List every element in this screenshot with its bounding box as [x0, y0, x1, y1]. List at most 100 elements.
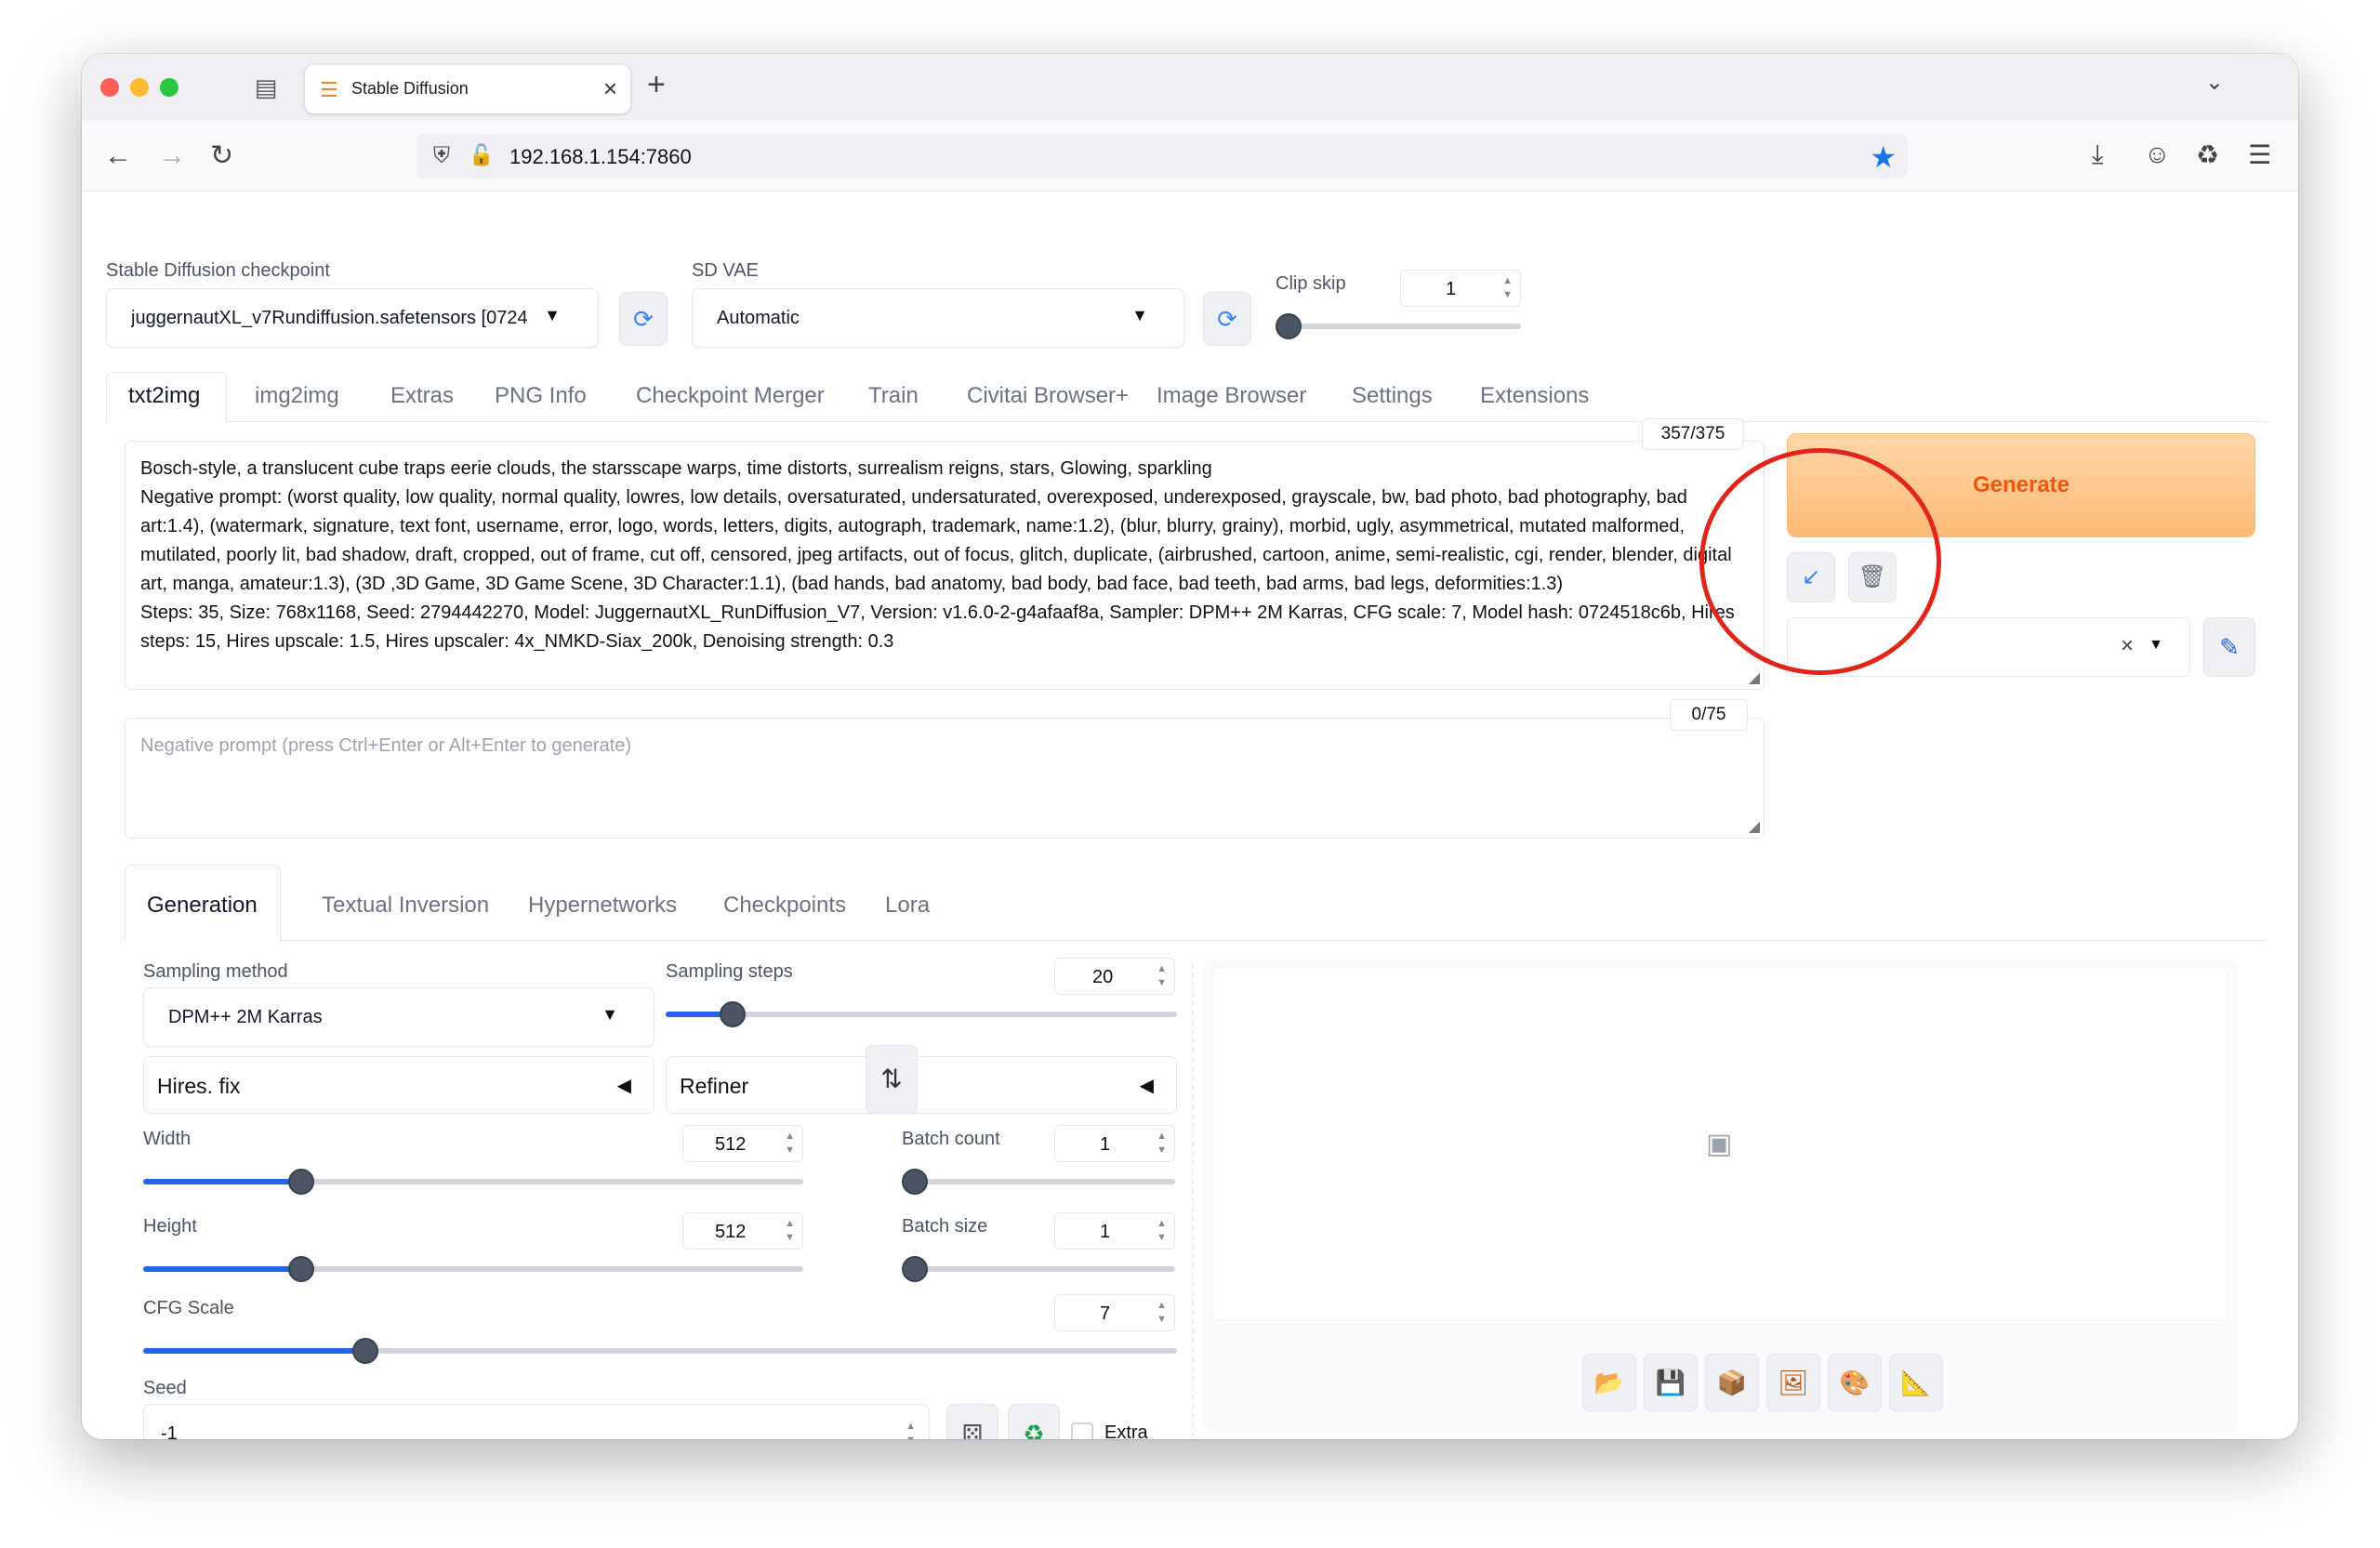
- height-slider[interactable]: [143, 1256, 803, 1282]
- swap-dimensions-button[interactable]: ⇅: [866, 1045, 918, 1114]
- random-seed-button[interactable]: ⚄: [946, 1404, 998, 1439]
- floppy-disk-icon: 💾: [1655, 1369, 1686, 1396]
- url-text[interactable]: 192.168.1.154:7860: [509, 145, 692, 169]
- close-tab-icon[interactable]: ×: [603, 74, 617, 103]
- resize-handle-icon[interactable]: ◢: [1749, 668, 1760, 687]
- tab-train[interactable]: Train: [868, 383, 919, 409]
- new-tab-icon[interactable]: +: [647, 67, 666, 103]
- slider-fill: [143, 1266, 302, 1272]
- refresh-icon: ⟳: [633, 305, 654, 333]
- spinner-icon[interactable]: ▲▼: [1157, 1130, 1167, 1158]
- save-button[interactable]: 💾: [1644, 1354, 1698, 1411]
- annotation-circle: [1699, 448, 1941, 675]
- browser-tab[interactable]: ☰ Stable Diffusion ×: [305, 65, 630, 113]
- open-folder-button[interactable]: 📂: [1582, 1354, 1636, 1411]
- sampling-steps-slider[interactable]: [666, 1001, 1177, 1027]
- extensions-icon[interactable]: ♻: [2196, 139, 2219, 170]
- seed-input[interactable]: -1 ▲▼: [143, 1404, 930, 1439]
- zip-button[interactable]: 📦: [1705, 1354, 1759, 1411]
- slider-handle[interactable]: [902, 1169, 928, 1195]
- tab-settings[interactable]: Settings: [1352, 383, 1433, 409]
- prompt-text[interactable]: Bosch-style, a translucent cube traps ee…: [140, 455, 1751, 656]
- batch-size-slider[interactable]: [902, 1256, 1175, 1282]
- clip-skip-input[interactable]: 1 ▲ ▼: [1400, 270, 1521, 307]
- spinner-icon[interactable]: ▲▼: [1157, 962, 1167, 990]
- spinner-icon[interactable]: ▲▼: [1157, 1299, 1167, 1327]
- clear-icon[interactable]: ×: [2121, 633, 2134, 659]
- tab-extras[interactable]: Extras: [390, 383, 454, 409]
- prompt-textarea[interactable]: Bosch-style, a translucent cube traps ee…: [125, 441, 1765, 690]
- height-input[interactable]: 512 ▲ ▼: [682, 1212, 803, 1250]
- minimize-window-button[interactable]: [130, 78, 149, 97]
- width-value: 512: [715, 1134, 747, 1155]
- tab-png-info[interactable]: PNG Info: [495, 383, 587, 409]
- batch-size-label: Batch size: [902, 1216, 988, 1237]
- reuse-seed-button[interactable]: ♻: [1008, 1404, 1060, 1439]
- account-icon[interactable]: ☺: [2144, 139, 2171, 169]
- hires-fix-accordion[interactable]: Hires. fix ◀: [143, 1056, 654, 1114]
- sampling-steps-input[interactable]: 20 ▲ ▼: [1054, 958, 1175, 995]
- close-window-button[interactable]: [100, 78, 119, 97]
- forward-icon[interactable]: →: [158, 139, 186, 173]
- browser-tab-title: Stable Diffusion: [351, 79, 469, 98]
- tab-checkpoints[interactable]: Checkpoints: [723, 893, 846, 919]
- refresh-vae-button[interactable]: ⟳: [1203, 292, 1251, 346]
- slider-handle[interactable]: [1276, 313, 1302, 339]
- checkpoint-dropdown[interactable]: juggernautXL_v7Rundiffusion.safetensors …: [106, 288, 599, 348]
- width-input[interactable]: 512 ▲ ▼: [682, 1125, 803, 1162]
- tab-textual-inversion[interactable]: Textual Inversion: [322, 893, 489, 919]
- vae-label: SD VAE: [692, 260, 759, 281]
- batch-count-input[interactable]: 1 ▲ ▼: [1054, 1125, 1175, 1162]
- batch-count-slider[interactable]: [902, 1169, 1175, 1195]
- tab-lora[interactable]: Lora: [885, 893, 930, 919]
- edit-styles-button[interactable]: ✎: [2203, 617, 2255, 677]
- vae-dropdown[interactable]: Automatic ▼: [692, 288, 1184, 348]
- extra-seed-checkbox[interactable]: [1071, 1422, 1093, 1439]
- navigation-bar: ← → ↻ ⛨ 🔓 192.168.1.154:7860 ★ ⤓ ☺ ♻ ☰: [82, 121, 2298, 192]
- negative-prompt-placeholder: Negative prompt (press Ctrl+Enter or Alt…: [140, 735, 632, 756]
- back-icon[interactable]: ←: [104, 139, 132, 173]
- send-to-extras-button[interactable]: 📐: [1889, 1354, 1943, 1411]
- refiner-accordion[interactable]: Refiner ◀: [666, 1056, 1177, 1114]
- width-slider[interactable]: [143, 1169, 803, 1195]
- cfg-scale-slider[interactable]: [143, 1338, 1177, 1364]
- tab-generation[interactable]: Generation: [147, 893, 258, 919]
- refiner-label: Refiner: [680, 1074, 749, 1098]
- shield-icon[interactable]: ⛨: [433, 143, 450, 169]
- slider-handle[interactable]: [352, 1338, 379, 1364]
- tab-checkpoint-merger[interactable]: Checkpoint Merger: [636, 383, 825, 409]
- tab-civitai-browser[interactable]: Civitai Browser+: [967, 383, 1129, 409]
- sub-tabs: Generation Textual Inversion Hypernetwor…: [125, 865, 2267, 942]
- download-icon[interactable]: ⤓: [2092, 139, 2103, 170]
- tab-image-browser[interactable]: Image Browser: [1157, 383, 1306, 409]
- menu-icon[interactable]: ☰: [2248, 139, 2271, 170]
- chevron-down-icon[interactable]: ⌄: [2205, 69, 2224, 96]
- maximize-window-button[interactable]: [160, 78, 178, 97]
- spinner-icon[interactable]: ▲▼: [1502, 274, 1513, 302]
- address-bar[interactable]: ⛨ 🔓 192.168.1.154:7860 ★: [416, 134, 1908, 179]
- insecure-lock-icon[interactable]: 🔓: [469, 143, 494, 167]
- slider-handle[interactable]: [719, 1001, 746, 1027]
- clip-skip-slider[interactable]: [1276, 313, 1521, 339]
- send-to-inpaint-button[interactable]: 🎨: [1828, 1354, 1882, 1411]
- negative-prompt-textarea[interactable]: Negative prompt (press Ctrl+Enter or Alt…: [125, 718, 1765, 839]
- resize-handle-icon[interactable]: ◢: [1749, 817, 1760, 836]
- spinner-icon[interactable]: ▲▼: [785, 1130, 795, 1158]
- sampling-method-dropdown[interactable]: DPM++ 2M Karras ▼: [143, 987, 654, 1047]
- batch-size-input[interactable]: 1 ▲ ▼: [1054, 1212, 1175, 1250]
- spinner-icon[interactable]: ▲▼: [906, 1420, 916, 1439]
- slider-handle[interactable]: [902, 1256, 928, 1282]
- reload-icon[interactable]: ↻: [210, 139, 233, 173]
- tab-txt2img[interactable]: txt2img: [128, 383, 200, 409]
- tab-extensions[interactable]: Extensions: [1480, 383, 1589, 409]
- bookmark-star-icon[interactable]: ★: [1870, 139, 1897, 175]
- send-to-img2img-button[interactable]: 🖼: [1766, 1354, 1820, 1411]
- cfg-scale-input[interactable]: 7 ▲ ▼: [1054, 1294, 1175, 1331]
- tab-img2img[interactable]: img2img: [255, 383, 339, 409]
- slider-fill: [143, 1348, 366, 1354]
- spinner-icon[interactable]: ▲▼: [1157, 1217, 1167, 1245]
- spinner-icon[interactable]: ▲▼: [785, 1217, 795, 1245]
- tab-list-icon[interactable]: ▤: [249, 71, 283, 104]
- refresh-checkpoint-button[interactable]: ⟳: [619, 292, 668, 346]
- tab-hypernetworks[interactable]: Hypernetworks: [528, 893, 677, 919]
